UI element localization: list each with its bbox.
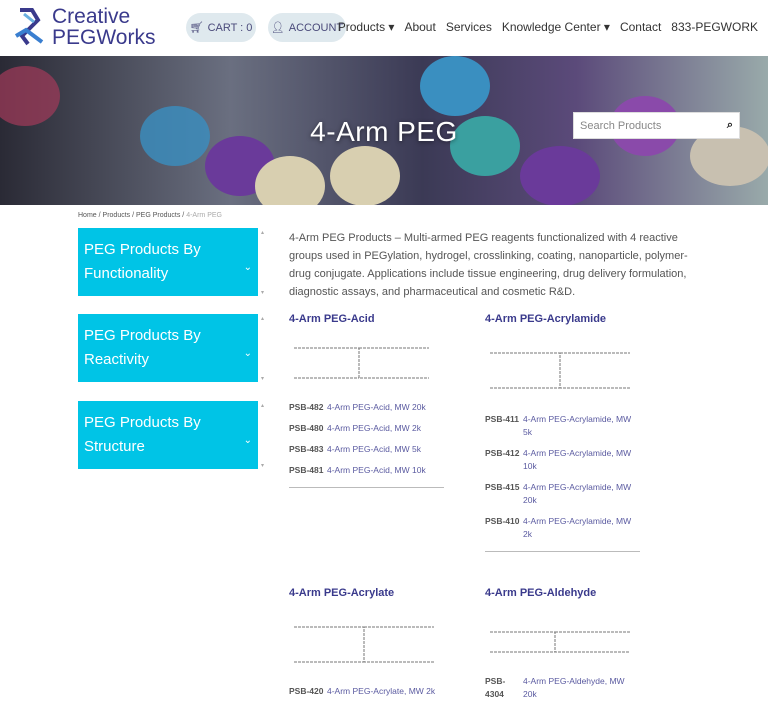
breadcrumb: Home / Products / PEG Products / 4-Arm P… xyxy=(78,212,222,219)
product-item: PSB-410 4-Arm PEG-Acrylamide, MW 2k xyxy=(485,515,640,541)
chevron-down-icon: ⌄ xyxy=(243,348,252,359)
scroll-down-arrow[interactable]: ▾ xyxy=(261,462,264,469)
intro-text: 4-Arm PEG Products – Multi-armed PEG rea… xyxy=(289,232,688,298)
breadcrumb-peg-products[interactable]: PEG Products xyxy=(136,212,180,219)
account-button[interactable]: 👤︎ ACCOUNT xyxy=(268,13,346,42)
divider xyxy=(289,487,444,488)
nav-about[interactable]: About xyxy=(404,20,435,34)
product-card-aldehyde: 4-Arm PEG-Aldehyde PSB-4304 4-Arm PEG-Ald… xyxy=(485,587,640,709)
product-link[interactable]: 4-Arm PEG-Acid, MW 20k xyxy=(327,401,426,414)
chevron-down-icon: ▾ xyxy=(388,20,395,34)
structure-image xyxy=(490,631,630,653)
product-code: PSB-482 xyxy=(289,402,324,412)
logo-line2: PEGWorks xyxy=(52,26,156,49)
account-label: ACCOUNT xyxy=(288,21,344,34)
scroll-up-arrow[interactable]: ▴ xyxy=(261,402,264,409)
scroll-down-arrow[interactable]: ▾ xyxy=(261,375,264,382)
nav-contact[interactable]: Contact xyxy=(620,20,661,34)
product-link[interactable]: 4-Arm PEG-Acrylamide, MW 20k xyxy=(523,481,640,507)
nav-knowledge-label: Knowledge Center xyxy=(501,20,601,34)
search-icon[interactable]: ⌕ xyxy=(727,119,733,132)
cart-label: CART : 0 xyxy=(207,21,253,34)
product-code: PSB-483 xyxy=(289,444,324,454)
product-code: PSB-410 xyxy=(485,516,520,526)
product-link[interactable]: 4-Arm PEG-Acid, MW 5k xyxy=(327,443,421,456)
sidebar-label: PEG Products By xyxy=(84,414,201,431)
logo-line1: Creative xyxy=(52,5,131,28)
nav-services[interactable]: Services xyxy=(446,20,492,34)
sidebar-structure[interactable]: PEG Products By Structure ⌄ xyxy=(78,401,258,469)
product-code: PSB-480 xyxy=(289,423,324,433)
nav-products-label: Products xyxy=(337,20,386,34)
product-title[interactable]: 4-Arm PEG-Acrylamide xyxy=(485,313,640,325)
breadcrumb-current: 4-Arm PEG xyxy=(186,212,222,219)
product-title[interactable]: 4-Arm PEG-Acrylate xyxy=(289,587,444,599)
product-title[interactable]: 4-Arm PEG-Aldehyde xyxy=(485,587,640,599)
product-item: PSB-415 4-Arm PEG-Acrylamide, MW 20k xyxy=(485,481,640,507)
chevron-down-icon: ▾ xyxy=(603,20,610,34)
product-code: PSB-420 xyxy=(289,686,324,696)
scroll-down-arrow[interactable]: ▾ xyxy=(261,289,264,296)
product-card-acrylamide: 4-Arm PEG-Acrylamide PSB-411 4-Arm PEG-Ac… xyxy=(485,313,640,552)
nav-products[interactable]: Products ▾ xyxy=(338,20,395,34)
product-title[interactable]: 4-Arm PEG-Acid xyxy=(289,313,444,325)
product-link[interactable]: 4-Arm PEG-Acrylamide, MW 10k xyxy=(523,447,640,473)
product-code: PSB-481 xyxy=(289,465,324,475)
logo[interactable]: Creative PEGWorks xyxy=(12,6,155,48)
product-item: PSB-412 4-Arm PEG-Acrylamide, MW 10k xyxy=(485,447,640,473)
cart-icon: 🛒︎ xyxy=(189,22,204,34)
nav-phone[interactable]: 833-PEGWORK xyxy=(671,20,758,34)
product-link[interactable]: 4-Arm PEG-Acid, MW 10k xyxy=(327,464,426,477)
product-item: PSB-4304 4-Arm PEG-Aldehyde, MW 20k xyxy=(485,675,640,701)
divider xyxy=(485,551,640,552)
search-input[interactable]: Search Products ⌕ xyxy=(573,112,740,139)
user-icon: 👤︎ xyxy=(270,22,285,34)
product-item: PSB-480 4-Arm PEG-Acid, MW 2k xyxy=(289,422,444,435)
cart-button[interactable]: 🛒︎ CART : 0 xyxy=(186,13,256,42)
product-code: PSB-415 xyxy=(485,482,520,492)
sidebar-label: PEG Products By xyxy=(84,327,201,344)
scroll-up-arrow[interactable]: ▴ xyxy=(261,229,264,236)
product-card-acid: 4-Arm PEG-Acid PSB-482 4-Arm PEG-Acid, MW… xyxy=(289,313,444,488)
product-link[interactable]: 4-Arm PEG-Acrylamide, MW 2k xyxy=(523,515,640,541)
product-code: PSB-4304 xyxy=(485,676,506,699)
product-item: PSB-482 4-Arm PEG-Acid, MW 20k xyxy=(289,401,444,414)
product-link[interactable]: 4-Arm PEG-Acrylate, MW 2k xyxy=(327,685,435,698)
sidebar-functionality[interactable]: PEG Products By Functionality ⌄ xyxy=(78,228,258,296)
sidebar-label: Structure xyxy=(84,438,145,455)
product-item: PSB-411 4-Arm PEG-Acrylamide, MW 5k xyxy=(485,413,640,439)
breadcrumb-home[interactable]: Home xyxy=(78,212,97,219)
sidebar-reactivity[interactable]: PEG Products By Reactivity ⌄ xyxy=(78,314,258,382)
main-nav: Products ▾ About Services Knowledge Cent… xyxy=(338,20,758,34)
structure-image xyxy=(294,626,434,663)
sidebar-label: Functionality xyxy=(84,265,169,282)
product-link[interactable]: 4-Arm PEG-Acrylamide, MW 5k xyxy=(523,413,640,439)
product-item: PSB-420 4-Arm PEG-Acrylate, MW 2k xyxy=(289,685,444,698)
product-code: PSB-412 xyxy=(485,448,520,458)
product-code: PSB-411 xyxy=(485,414,520,424)
hero-banner: 4-Arm PEG Search Products ⌕ xyxy=(0,56,768,205)
product-link[interactable]: 4-Arm PEG-Acid, MW 2k xyxy=(327,422,421,435)
product-link[interactable]: 4-Arm PEG-Aldehyde, MW 20k xyxy=(523,675,640,701)
product-item: PSB-483 4-Arm PEG-Acid, MW 5k xyxy=(289,443,444,456)
chevron-down-icon: ⌄ xyxy=(243,262,252,273)
product-item: PSB-481 4-Arm PEG-Acid, MW 10k xyxy=(289,464,444,477)
search-placeholder: Search Products xyxy=(580,119,662,132)
site-header: Creative PEGWorks 🛒︎ CART : 0 👤︎ ACCOUNT Pr… xyxy=(0,0,768,56)
nav-knowledge-center[interactable]: Knowledge Center ▾ xyxy=(502,20,610,34)
chevron-down-icon: ⌄ xyxy=(243,435,252,446)
structure-image xyxy=(490,352,630,389)
sidebar-label: PEG Products By xyxy=(84,241,201,258)
sidebar-label: Reactivity xyxy=(84,351,150,368)
dna-logo-icon xyxy=(14,8,44,46)
breadcrumb-products[interactable]: Products xyxy=(103,212,131,219)
scroll-up-arrow[interactable]: ▴ xyxy=(261,315,264,322)
product-card-acrylate: 4-Arm PEG-Acrylate PSB-420 4-Arm PEG-Acry… xyxy=(289,587,444,706)
structure-image xyxy=(294,347,429,379)
